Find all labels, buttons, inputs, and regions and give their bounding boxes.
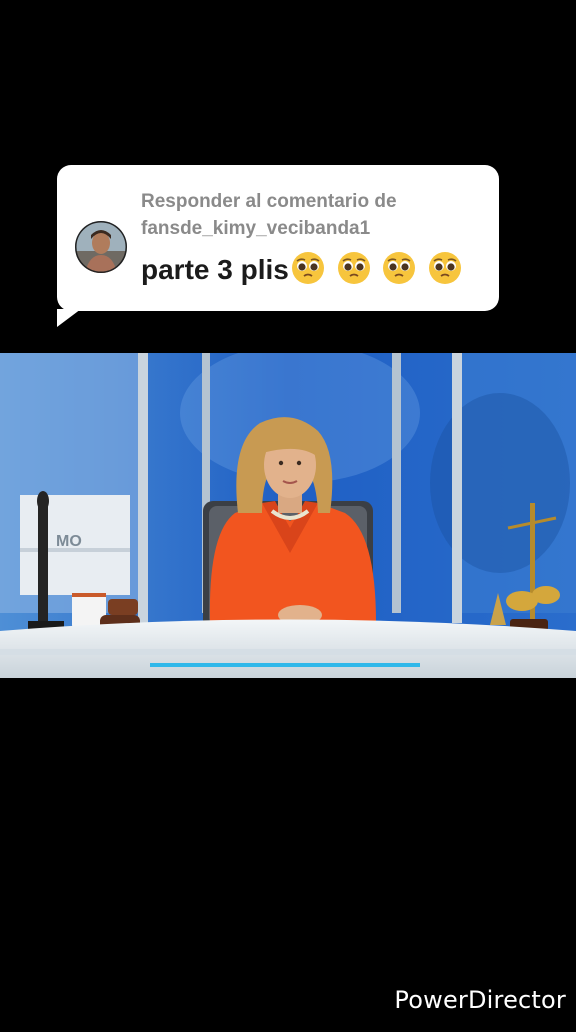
emoji-row: [291, 251, 466, 292]
comment-body: parte 3 plis: [141, 253, 289, 285]
pleading-face-icon: [337, 251, 371, 292]
commenter-avatar[interactable]: [75, 221, 127, 273]
set-sign-text: MO: [56, 533, 82, 550]
pleading-face-icon: [428, 251, 462, 292]
comment-text: parte 3 plis: [141, 251, 466, 292]
commenter-username[interactable]: fansde_kimy_vecibanda1: [141, 218, 370, 240]
pleading-face-icon: [291, 251, 325, 292]
pleading-face-icon: [382, 251, 416, 292]
reply-label: Responder al comentario de: [141, 191, 397, 212]
bubble-tail: [57, 309, 81, 327]
reply-comment-bubble[interactable]: Responder al comentario de fansde_kimy_v…: [57, 165, 499, 327]
watermark-text: PowerDirector: [394, 986, 566, 1014]
studio-scene: MO: [0, 353, 576, 678]
video-frame[interactable]: MO: [0, 353, 576, 678]
